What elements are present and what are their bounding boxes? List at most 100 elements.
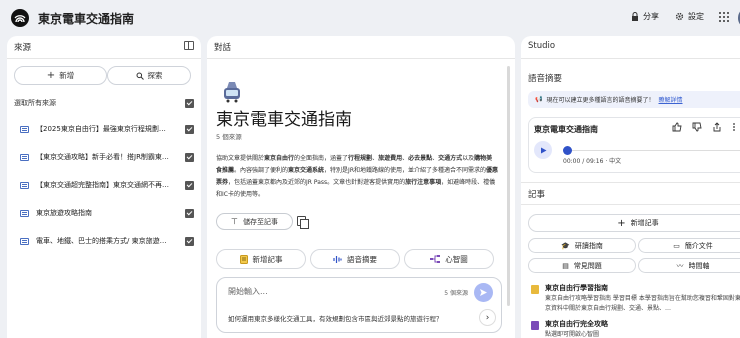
settings-label: 設定 (688, 12, 704, 21)
gear-icon (675, 12, 684, 21)
source-checkbox[interactable] (185, 125, 194, 134)
audio-time: 00:00 / 09:16 · 中文 (563, 158, 622, 165)
thumbs-up-icon[interactable] (672, 122, 682, 132)
summary-segment: 。內容強調了便利的 (234, 167, 289, 174)
note-description: 點選即可開啟心智圖 (545, 331, 600, 338)
source-label: 電車、地鐵、巴士的搭乘方式/ 東京旅遊官… (36, 237, 172, 245)
timeline-button[interactable]: 〰 時間軸 (638, 258, 740, 273)
note-title: 東京自由行學習指南 (545, 284, 608, 292)
source-item[interactable]: 【2025東京自由行】最強東京行程規劃懶… (14, 124, 194, 138)
summary-segment: 旅行注意事項 (405, 179, 442, 186)
summary-segment: ，包括涵蓋東京都內及近郊的JR Pass。文章也針對遊客提供實用的 (228, 179, 406, 186)
faq-button[interactable]: ▤ 常見問題 (528, 258, 636, 273)
add-note-label: 新增記事 (630, 219, 659, 227)
chat-scrollbar[interactable] (507, 66, 510, 306)
share-audio-icon[interactable] (712, 122, 722, 132)
learn-more-link[interactable]: 瞭解詳情 (659, 95, 683, 104)
notes-section-title: 記事 (528, 190, 546, 200)
mindmap-action-button[interactable]: 心智圖 (404, 249, 494, 269)
source-label: 東京旅遊攻略指南 (36, 209, 92, 217)
add-note-button[interactable]: + 新增記事 (528, 214, 740, 232)
source-item[interactable]: 【東京交通攻略】新手必看！搭JR制霸東… (14, 152, 194, 166)
apps-grid-icon[interactable] (719, 12, 729, 22)
web-source-icon (20, 154, 29, 161)
note-item[interactable]: 東京自由行完全攻略 點選即可開啟心智圖 (528, 319, 740, 338)
source-checkbox[interactable] (185, 237, 194, 246)
web-source-icon (20, 182, 29, 189)
audio-overview-card: 東京電車交通指南 00:00 / 09:16 · 中文 (528, 117, 740, 173)
add-note-action-button[interactable]: 新增記事 (216, 249, 306, 269)
settings-button[interactable]: 設定 (675, 11, 704, 22)
divider (521, 58, 740, 59)
notebook-heading: 東京電車交通指南 (216, 110, 352, 130)
chat-panel: 對話 東京電車交通指南 5 個來源 協助文章提供關於東京自由行的全面指南，涵蓋了… (207, 36, 515, 338)
timeline-label: 時間軸 (688, 261, 710, 270)
plus-icon: + (617, 217, 626, 229)
source-item[interactable]: 東京旅遊攻略指南 (14, 208, 194, 222)
lock-icon (632, 12, 638, 21)
more-vert-icon[interactable] (732, 122, 736, 132)
divider (7, 58, 201, 59)
chat-input-box[interactable]: 開始輸入... 5 個來源 如何運用東京多樣化交通工具，有效規劃包含市區與近郊景… (216, 277, 502, 333)
audio-info-banner: 📢 現在可以建立更多種語言的語音摘要了！ 瞭解詳情 (528, 91, 740, 108)
copy-icon[interactable] (297, 216, 309, 229)
summary-segment: ，特別是JR和地鐵路線的使用，並介紹了多種適合不同需求的 (324, 167, 486, 174)
audio-overview-action-button[interactable]: 語音摘要 (310, 249, 400, 269)
summary-segment: 以及 (462, 155, 475, 162)
app-header: 東京電車交通指南 分享 設定 (0, 0, 740, 36)
sources-panel-title: 來源 (14, 43, 32, 53)
audio-progress-track[interactable] (572, 150, 740, 151)
next-suggestion-button[interactable]: › (479, 309, 496, 326)
notebook-title[interactable]: 東京電車交通指南 (38, 10, 134, 27)
chat-input-placeholder[interactable]: 開始輸入... (228, 286, 268, 297)
source-label: 【東京交通超完整指南】東京交通網不再… (36, 181, 169, 189)
plus-icon: + (46, 70, 56, 81)
pin-icon: ⊤ (231, 217, 238, 226)
briefing-doc-button[interactable]: ▭ 簡介文件 (638, 238, 740, 253)
select-all-label: 選取所有來源 (14, 99, 56, 107)
timeline-icon: 〰 (676, 261, 684, 270)
notebooklm-logo-icon[interactable] (11, 9, 29, 27)
mindmap-icon (430, 255, 441, 263)
divider (521, 182, 740, 183)
megaphone-icon: 📢 (535, 96, 543, 103)
notebook-summary: 協助文章提供關於東京自由行的全面指南，涵蓋了行程規劃、旅遊費用、必去景點、交通方… (216, 153, 498, 201)
save-to-note-button[interactable]: ⊤ 儲存至記事 (216, 213, 293, 230)
study-guide-icon: 🎓 (561, 241, 570, 250)
discover-label: 探索 (147, 71, 163, 80)
note-item[interactable]: 東京自由行學習指南 東京自由行攻略學習指南 學習目標 本學習指南旨在幫助您複習和… (528, 283, 740, 315)
audio-progress-handle[interactable] (563, 146, 572, 155)
info-text: 現在可以建立更多種語言的語音摘要了！ (546, 97, 655, 104)
suggested-question[interactable]: 如何運用東京多樣化交通工具，有效規劃包含市區與近郊景點的旅遊行程？ (228, 313, 476, 323)
source-checkbox[interactable] (185, 153, 194, 162)
source-count: 5 個來源 (216, 133, 242, 141)
studio-panel-title: Studio (528, 41, 556, 51)
faq-label: 常見問題 (573, 261, 602, 270)
studio-panel: Studio 語音摘要 📢 現在可以建立更多種語言的語音摘要了！ 瞭解詳情 東京… (521, 36, 740, 338)
share-button[interactable]: 分享 (631, 11, 659, 22)
notebook-emoji-icon (224, 82, 240, 103)
note-add-icon (239, 254, 248, 264)
study-guide-button[interactable]: 🎓 研讀指南 (528, 238, 636, 253)
source-item[interactable]: 電車、地鐵、巴士的搭乘方式/ 東京旅遊官… (14, 236, 194, 250)
add-source-button[interactable]: + 新增 (14, 66, 107, 85)
send-button[interactable] (474, 283, 493, 302)
divider (521, 204, 740, 205)
source-item[interactable]: 【東京交通超完整指南】東京交通網不再… (14, 180, 194, 194)
discover-sources-button[interactable]: 探索 (107, 66, 191, 85)
source-checkbox[interactable] (185, 209, 194, 218)
faq-icon: ▤ (562, 261, 569, 270)
summary-segment: 旅遊費用 (378, 155, 403, 162)
sources-panel: 來源 + 新增 探索 選取所有來源 【2025東京自由行】最強東京行程規劃懶… … (7, 36, 201, 338)
source-checkbox[interactable] (185, 181, 194, 190)
play-button[interactable] (534, 141, 552, 159)
select-all-row[interactable]: 選取所有來源 (14, 98, 194, 112)
audio-overview-section-title: 語音摘要 (528, 74, 563, 84)
web-source-icon (20, 238, 29, 245)
mindmap-action-label: 心智圖 (445, 254, 468, 264)
note-doc-icon (531, 285, 539, 294)
thumbs-down-icon[interactable] (692, 122, 702, 132)
select-all-checkbox[interactable] (185, 99, 194, 108)
add-note-action-label: 新增記事 (252, 254, 283, 264)
collapse-panel-icon[interactable] (184, 41, 194, 50)
